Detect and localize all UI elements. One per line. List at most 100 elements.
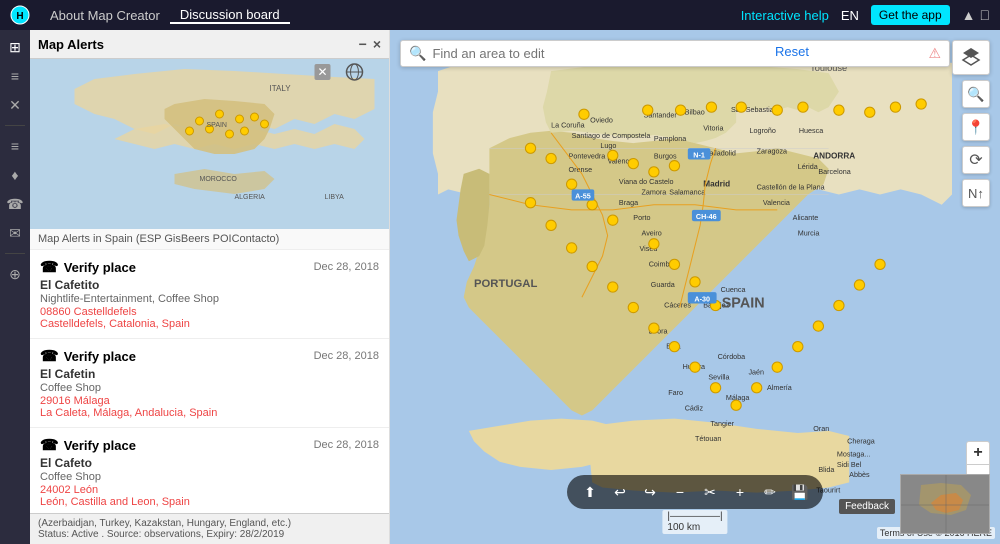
language-selector[interactable]: EN xyxy=(841,8,859,23)
zoom-in-button[interactable]: + xyxy=(966,441,990,465)
alert-date-3: Dec 28, 2018 xyxy=(314,439,379,451)
svg-text:Oran: Oran xyxy=(813,424,829,433)
svg-text:Sidi Bel: Sidi Bel xyxy=(837,460,862,469)
svg-text:Logroño: Logroño xyxy=(749,126,775,135)
get-app-button[interactable]: Get the app xyxy=(871,5,950,25)
svg-text:Guarda: Guarda xyxy=(651,280,675,289)
sidebar-icon-mail[interactable]: ✉ xyxy=(3,221,27,245)
alert-item-1[interactable]: ☎ Verify place Dec 28, 2018 El Cafetito … xyxy=(30,250,389,339)
alert-icon-2: ☎ xyxy=(40,347,59,365)
panel-controls: − × xyxy=(359,36,381,52)
sidebar-icon-close[interactable]: ✕ xyxy=(3,93,27,117)
sidebar-icon-layers[interactable]: ≡ xyxy=(3,64,27,88)
undo-icon[interactable]: ↩ xyxy=(607,479,633,505)
feedback-button[interactable]: Feedback xyxy=(839,499,895,514)
svg-text:Salamanca: Salamanca xyxy=(669,187,705,196)
svg-text:Valencia: Valencia xyxy=(763,198,790,207)
panel-footer-status: Status: Active . Source: observations, E… xyxy=(38,529,381,540)
sidebar-icon-phone[interactable]: ☎ xyxy=(3,192,27,216)
edit-icon[interactable]: ✏ xyxy=(757,479,783,505)
map-compass-tool[interactable]: N↑ xyxy=(962,179,990,207)
search-icon: 🔍 xyxy=(409,45,426,62)
svg-text:Viana do Castelo: Viana do Castelo xyxy=(619,177,674,186)
sidebar-icon-add[interactable]: ⊕ xyxy=(3,262,27,286)
alert-type-3: ☎ Verify place xyxy=(40,436,136,454)
svg-text:La Coruña: La Coruña xyxy=(551,121,585,130)
alert-address-1: 08860 Castelldefels Castelldefels, Catal… xyxy=(40,306,379,330)
map-location-tool[interactable]: 📍 xyxy=(962,113,990,141)
sidebar-icon-location[interactable]: ♦ xyxy=(3,163,27,187)
alert-type-2: ☎ Verify place xyxy=(40,347,136,365)
map-search-tool[interactable]: 🔍 xyxy=(962,80,990,108)
svg-text:Lérida: Lérida xyxy=(798,162,818,171)
alert-icon-1: ☎ xyxy=(40,258,59,276)
svg-text:Alicante: Alicante xyxy=(793,213,819,222)
svg-text:Cáceres: Cáceres xyxy=(664,301,691,310)
map-right-toolbar: 🔍 📍 ⟳ N↑ xyxy=(962,80,990,207)
svg-text:Almería: Almería xyxy=(767,383,792,392)
svg-text:N-1: N-1 xyxy=(693,150,705,159)
alert-item-3[interactable]: ☎ Verify place Dec 28, 2018 El Cafeto Co… xyxy=(30,428,389,513)
map-search-input[interactable] xyxy=(432,46,922,61)
svg-text:LIBYA: LIBYA xyxy=(325,194,345,201)
svg-text:✕: ✕ xyxy=(317,65,327,79)
svg-text:Aveiro: Aveiro xyxy=(642,229,662,238)
svg-text:Jaén: Jaén xyxy=(748,367,764,376)
svg-text:Faro: Faro xyxy=(668,388,683,397)
svg-text:Mostaga...: Mostaga... xyxy=(837,450,871,459)
svg-text:ANDORRA: ANDORRA xyxy=(813,152,855,161)
upload-icon[interactable]: ⬆ xyxy=(577,479,603,505)
alert-type-label-1: Verify place xyxy=(64,260,136,275)
svg-text:Zaragoza: Zaragoza xyxy=(757,146,787,155)
sidebar-divider-2 xyxy=(5,253,25,254)
svg-text:ITALY: ITALY xyxy=(270,84,292,93)
nav-about[interactable]: About Map Creator xyxy=(40,8,170,23)
plus-icon[interactable]: + xyxy=(727,479,753,505)
redo-icon[interactable]: ↪ xyxy=(637,479,663,505)
svg-text:MOROCCO: MOROCCO xyxy=(200,176,238,183)
svg-text:Barcelona: Barcelona xyxy=(818,167,850,176)
apple-icon[interactable]:  xyxy=(980,7,991,23)
svg-text:Pontevedra: Pontevedra xyxy=(569,152,606,161)
alerts-panel: Map Alerts − × xyxy=(30,30,390,544)
mini-map-corner xyxy=(900,474,990,534)
alert-type-label-2: Verify place xyxy=(64,349,136,364)
map-layers-button[interactable] xyxy=(952,40,990,75)
nav-discussion[interactable]: Discussion board xyxy=(170,7,290,24)
map-scale: |―――――| 100 km xyxy=(662,510,727,534)
panel-mini-map: ✕ ITALY SPAIN MOROCCO ALGERIA LIBYA xyxy=(30,59,389,229)
panel-close-icon[interactable]: × xyxy=(373,36,381,52)
sidebar-divider-1 xyxy=(5,125,25,126)
svg-text:Blida: Blida xyxy=(818,465,834,474)
map-route-tool[interactable]: ⟳ xyxy=(962,146,990,174)
svg-text:Oviedo: Oviedo xyxy=(590,116,613,125)
alert-row3: ☎ Verify place Dec 28, 2018 xyxy=(40,436,379,454)
svg-text:Córdoba: Córdoba xyxy=(718,352,746,361)
android-icon[interactable]: ▲ xyxy=(962,7,976,23)
warning-icon: ⚠ xyxy=(928,45,941,62)
alerts-list: ☎ Verify place Dec 28, 2018 El Cafetito … xyxy=(30,250,389,513)
sidebar-icon-menu[interactable]: ≡ xyxy=(3,134,27,158)
svg-text:Murcia: Murcia xyxy=(798,229,820,238)
interactive-help-link[interactable]: Interactive help xyxy=(741,8,829,23)
minus-icon[interactable]: − xyxy=(667,479,693,505)
scissors-icon[interactable]: ✂ xyxy=(697,479,723,505)
sidebar-icon-map[interactable]: ⊞ xyxy=(3,35,27,59)
save-icon[interactable]: 💾 xyxy=(787,479,813,505)
svg-text:ALGERIA: ALGERIA xyxy=(235,194,266,201)
svg-text:Braga: Braga xyxy=(619,198,638,207)
reset-button[interactable]: Reset xyxy=(775,44,809,59)
alert-item-2[interactable]: ☎ Verify place Dec 28, 2018 El Cafetin C… xyxy=(30,339,389,428)
map-area: 🔍 ⚠ Reset xyxy=(390,30,1000,544)
panel-footer-countries: (Azerbaidjan, Turkey, Kazakstan, Hungary… xyxy=(38,518,381,529)
panel-minimize-icon[interactable]: − xyxy=(359,36,367,52)
svg-text:Tangier: Tangier xyxy=(710,419,734,428)
alert-row1: ☎ Verify place Dec 28, 2018 xyxy=(40,258,379,276)
svg-text:Bilbao: Bilbao xyxy=(685,107,705,116)
svg-text:CH-46: CH-46 xyxy=(696,212,717,221)
svg-text:Vitoria: Vitoria xyxy=(703,124,723,133)
alert-name-1: El Cafetito xyxy=(40,278,379,292)
svg-text:Lugo: Lugo xyxy=(600,141,616,150)
alert-name-2: El Cafetin xyxy=(40,367,379,381)
alert-category-2: Coffee Shop xyxy=(40,382,379,394)
